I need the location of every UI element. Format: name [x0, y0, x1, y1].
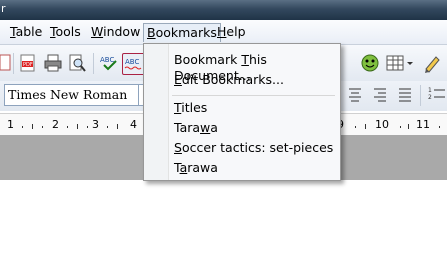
ruler-tick [365, 124, 366, 129]
menu-tools[interactable]: Tools [47, 23, 84, 40]
ruler-dot [355, 126, 356, 128]
menu-bookmarks[interactable]: Bookmarks [143, 23, 221, 42]
ruler-number: 11 [416, 118, 430, 131]
table-icon[interactable] [385, 53, 405, 73]
table-dropdown-icon[interactable] [405, 53, 415, 73]
svg-text:PDF: PDF [23, 62, 33, 68]
edit-file-icon[interactable] [0, 53, 14, 73]
export-pdf-icon[interactable]: PDF [18, 53, 38, 73]
print-icon[interactable] [43, 53, 63, 73]
svg-text:1: 1 [428, 87, 432, 94]
bookmark-item[interactable]: Tarawa [174, 160, 218, 176]
svg-text:ABC: ABC [100, 56, 114, 64]
ruler-number: 4 [130, 118, 137, 131]
page-preview-icon[interactable] [67, 53, 87, 73]
ruler-dot [22, 126, 23, 128]
svg-text:2: 2 [428, 94, 432, 101]
ruler-dot [87, 126, 88, 128]
numbering-icon[interactable]: 12 [427, 85, 447, 105]
bookmark-item[interactable]: Soccer tactics: set-pieces [174, 140, 333, 156]
edit-bookmarks-item[interactable]: Edit Bookmarks... [174, 72, 284, 88]
menu-bar: Table Tools Window Bookmarks Help [0, 20, 447, 45]
document-page[interactable] [0, 180, 447, 254]
emoji-icon[interactable] [360, 53, 380, 73]
ruler-dot [439, 126, 440, 128]
ruler-dot [42, 126, 43, 128]
menu-separator [172, 95, 335, 96]
ruler-number: 2 [52, 118, 59, 131]
window-title: r [1, 2, 6, 15]
toolbar-separator [93, 53, 94, 74]
toolbar-separator [420, 85, 421, 106]
ruler-dot [400, 126, 401, 128]
ruler-dot [67, 126, 68, 128]
font-name-field[interactable]: Times New Roman [4, 84, 139, 106]
ruler-tick [32, 124, 33, 129]
justify-icon[interactable] [395, 85, 415, 105]
align-right-icon[interactable] [370, 85, 390, 105]
bookmarks-dropdown-menu: Bookmark This Document... Edit Bookmarks… [143, 43, 341, 181]
ruler-number: 3 [92, 118, 99, 131]
spellcheck-icon[interactable]: ABC [99, 53, 119, 73]
align-center-icon[interactable] [345, 85, 365, 105]
menu-table[interactable]: Table [7, 23, 45, 40]
ruler-dot [107, 126, 108, 128]
ruler-number: 1 [7, 118, 14, 131]
menu-help[interactable]: Help [214, 23, 249, 40]
ruler-tick [117, 124, 118, 129]
title-bar: r [0, 0, 447, 20]
ruler-tick [408, 124, 409, 129]
menu-window[interactable]: Window [88, 23, 143, 40]
bookmark-item[interactable]: Titles [174, 100, 207, 116]
toolbar-separator [13, 53, 14, 74]
ruler-tick [77, 124, 78, 129]
svg-text:ABC: ABC [125, 58, 139, 66]
ruler-number: 10 [375, 118, 389, 131]
bookmark-item[interactable]: Tarawa [174, 120, 218, 136]
draw-functions-icon[interactable] [422, 53, 442, 73]
menu-icon-gutter [144, 44, 169, 180]
